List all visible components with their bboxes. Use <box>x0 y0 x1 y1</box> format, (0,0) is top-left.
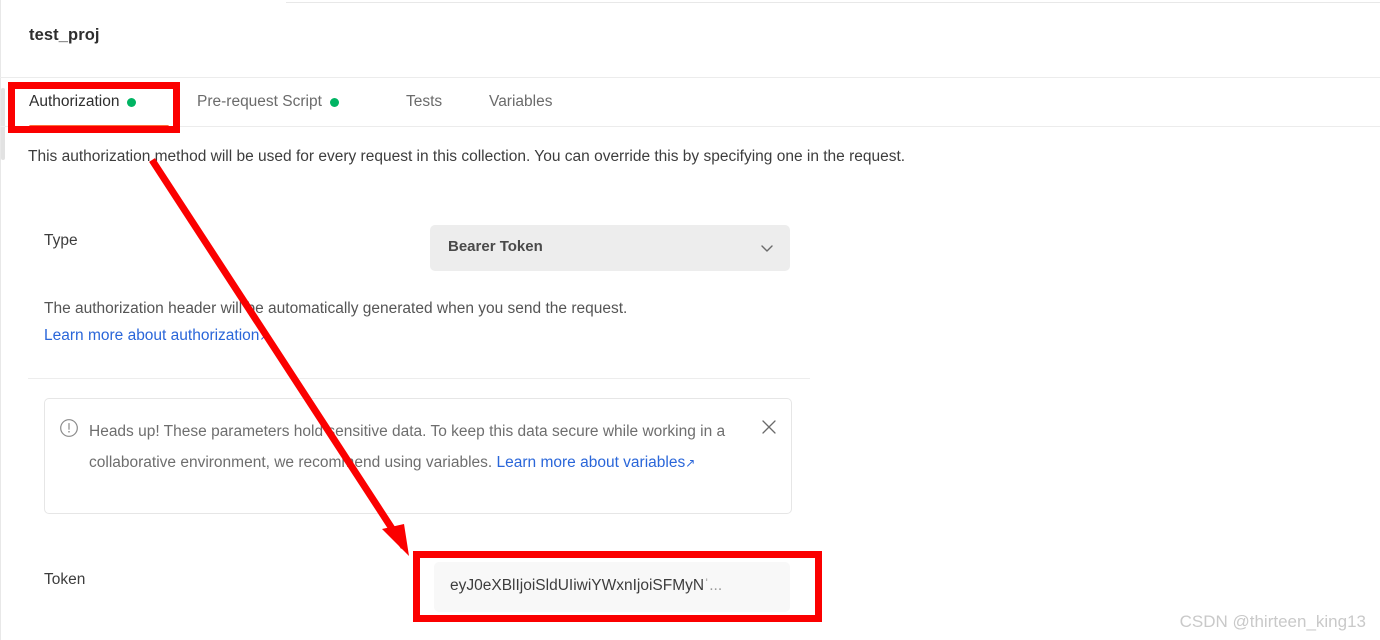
authorization-description: This authorization method will be used f… <box>28 148 906 165</box>
learn-more-authorization-label: Learn more about authorization <box>44 327 260 344</box>
tab-variables-label: Variables <box>489 93 553 110</box>
close-icon[interactable] <box>759 417 779 437</box>
token-input-value: eyJ0eXBlIjoiSldUIiwiYWxnIjoiSFMyNˈ... <box>450 577 780 595</box>
external-link-icon-variables: ↗ <box>685 456 696 470</box>
tab-authorization-status-dot <box>127 97 137 107</box>
section-divider <box>28 378 810 379</box>
learn-more-authorization-link[interactable]: Learn more about authorization↗ <box>44 327 269 345</box>
token-text: eyJ0eXBlIjoiSldUIiwiYWxnIjoiSFMyN <box>450 577 705 594</box>
token-label: Token <box>44 571 86 588</box>
tab-variables[interactable]: Variables <box>489 89 552 115</box>
auth-type-select[interactable]: Bearer Token <box>430 225 790 271</box>
type-label: Type <box>44 232 78 249</box>
auth-header-note: The authorization header will be automat… <box>44 300 628 317</box>
tab-tests-label: Tests <box>406 93 443 110</box>
tab-pre-request-script[interactable]: Pre-request Script <box>197 89 339 115</box>
page-title: test_proj <box>29 26 100 44</box>
learn-more-variables-link[interactable]: Learn more about variables↗ <box>497 454 696 471</box>
collection-title-bar: test_proj <box>0 0 1380 78</box>
token-truncation-ellipsis: ˈ... <box>704 577 723 594</box>
exclamation-circle-icon <box>60 419 78 437</box>
tab-pre-request-script-label: Pre-request Script <box>197 93 322 110</box>
tab-tests[interactable]: Tests <box>406 89 442 115</box>
chevron-down-icon <box>761 245 773 252</box>
token-input[interactable]: eyJ0eXBlIjoiSldUIiwiYWxnIjoiSFMyNˈ... <box>434 562 790 612</box>
learn-more-variables-label: Learn more about variables <box>496 454 686 471</box>
sensitive-data-alert-text: Heads up! These parameters hold sensitiv… <box>89 416 749 479</box>
tab-pre-request-script-status-dot <box>329 97 339 107</box>
external-link-icon: ↗ <box>259 329 270 343</box>
tab-bar: Authorization Pre-request Script Tests V… <box>0 79 1380 128</box>
postman-collection-authorization-panel: test_proj Authorization Pre-request Scri… <box>0 0 1380 640</box>
auth-type-value: Bearer Token <box>448 238 543 255</box>
tab-authorization[interactable]: Authorization <box>29 89 137 115</box>
sensitive-data-alert: Heads up! These parameters hold sensitiv… <box>44 398 792 514</box>
watermark: CSDN @thirteen_king13 <box>1179 612 1366 631</box>
active-tab-indicator <box>29 125 169 128</box>
tab-authorization-label: Authorization <box>29 93 120 110</box>
